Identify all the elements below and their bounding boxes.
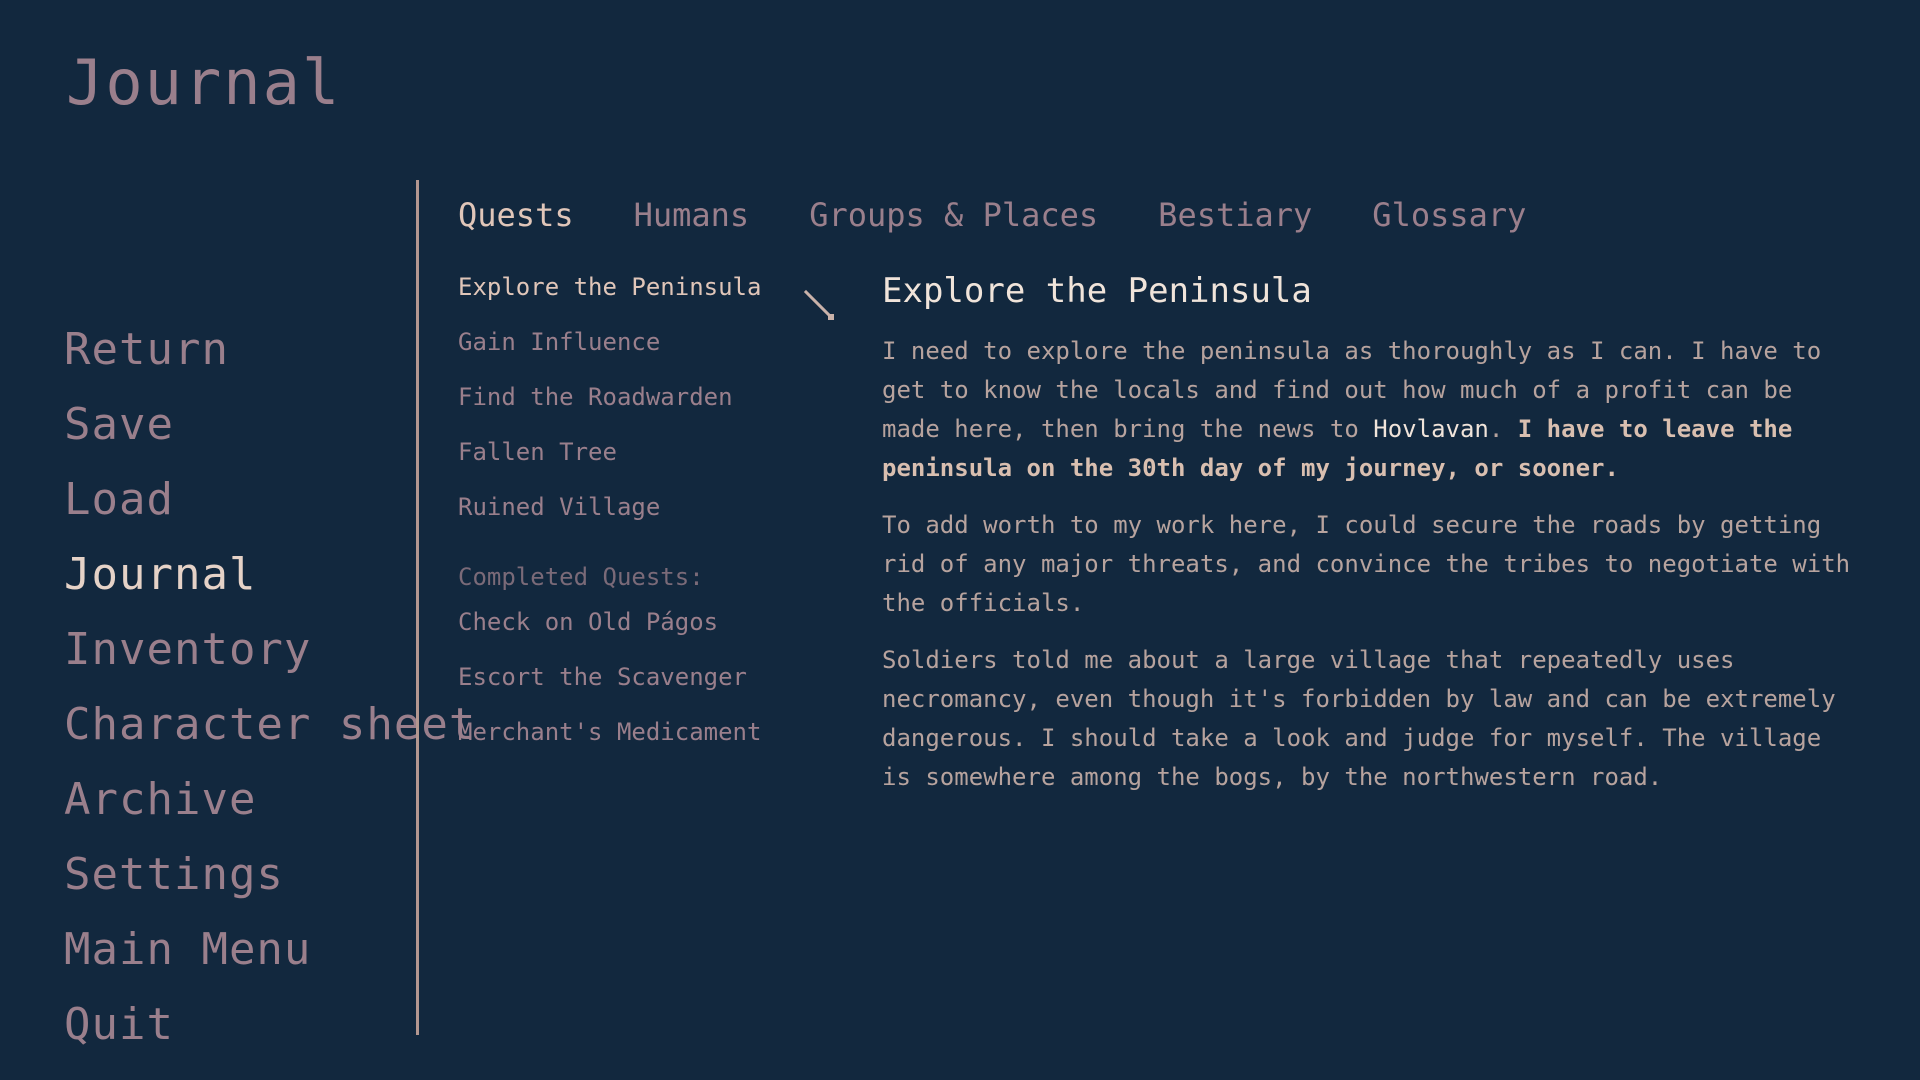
menu-item-settings[interactable]: Settings (64, 843, 476, 918)
quest-item-check-on-old-pagos[interactable]: Check on Old Págos (458, 607, 788, 662)
quest-detail-paragraph-2: To add worth to my work here, I could se… (882, 511, 1851, 617)
quest-detail-text: . (1488, 415, 1518, 443)
menu-divider (416, 180, 419, 1035)
quest-detail-paragraph-3: Soldiers told me about a large village t… (882, 646, 1836, 791)
quest-item-fallen-tree[interactable]: Fallen Tree (458, 437, 788, 492)
quill-pointer-icon (803, 289, 834, 320)
tab-bestiary[interactable]: Bestiary (1158, 196, 1312, 234)
quest-item-ruined-village[interactable]: Ruined Village (458, 492, 788, 547)
quest-list: Explore the Peninsula Gain Influence Fin… (458, 272, 788, 772)
tab-humans[interactable]: Humans (634, 196, 750, 234)
quest-item-merchants-medicament[interactable]: Merchant's Medicament (458, 717, 788, 772)
menu-item-save[interactable]: Save (64, 393, 476, 468)
tab-glossary[interactable]: Glossary (1372, 196, 1526, 234)
quest-item-escort-the-scavenger[interactable]: Escort the Scavenger (458, 662, 788, 717)
journal-tabs: Quests Humans Groups & Places Bestiary G… (458, 196, 1526, 234)
quest-detail-title: Explore the Peninsula (882, 271, 1312, 311)
quest-detail-panel: Explore the Peninsula I need to explore … (882, 270, 1857, 815)
page-title: Journal (66, 46, 342, 119)
completed-quests-heading: Completed Quests: (458, 563, 704, 591)
place-name-highlight: Hovlavan (1373, 415, 1489, 443)
menu-item-archive[interactable]: Archive (64, 768, 476, 843)
tab-groups-places[interactable]: Groups & Places (809, 196, 1098, 234)
quest-item-explore-the-peninsula[interactable]: Explore the Peninsula (458, 272, 788, 327)
menu-item-main-menu[interactable]: Main Menu (64, 918, 476, 993)
menu-item-quit[interactable]: Quit (64, 993, 476, 1068)
menu-item-inventory[interactable]: Inventory (64, 618, 476, 693)
quest-item-find-the-roadwarden[interactable]: Find the Roadwarden (458, 382, 788, 437)
menu-item-load[interactable]: Load (64, 468, 476, 543)
quest-item-gain-influence[interactable]: Gain Influence (458, 327, 788, 382)
menu-item-journal[interactable]: Journal (64, 543, 476, 618)
main-menu: Return Save Load Journal Inventory Chara… (64, 318, 476, 1068)
menu-item-character-sheet[interactable]: Character sheet (64, 693, 476, 768)
tab-quests[interactable]: Quests (458, 196, 574, 234)
quest-detail-paragraph-1: I need to explore the peninsula as thoro… (882, 332, 1857, 488)
menu-item-return[interactable]: Return (64, 318, 476, 393)
